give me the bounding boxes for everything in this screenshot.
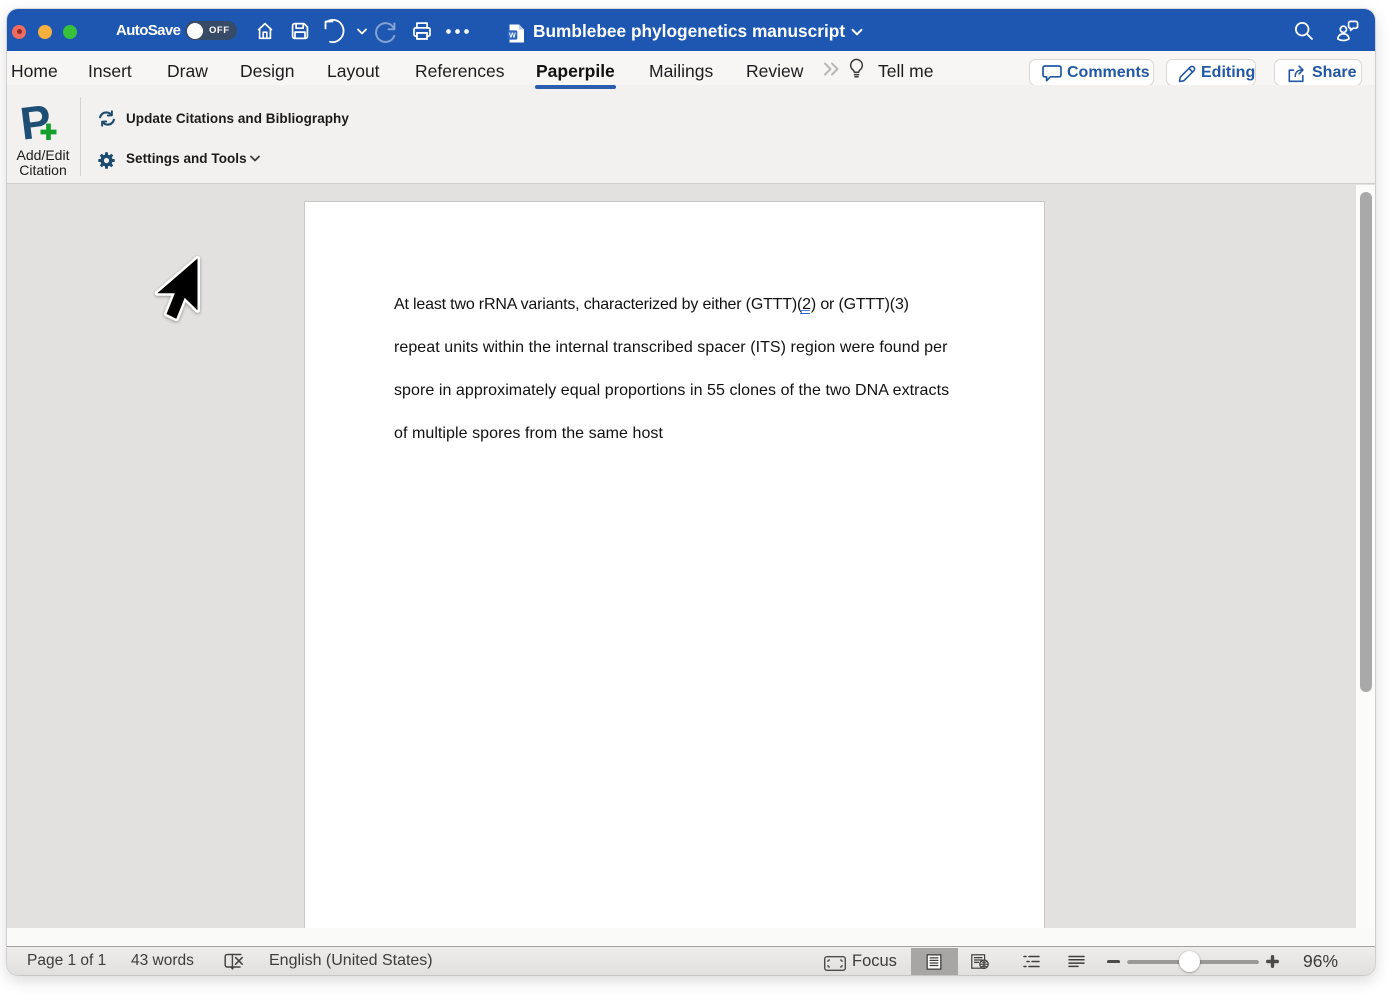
svg-text:W: W <box>509 31 516 40</box>
